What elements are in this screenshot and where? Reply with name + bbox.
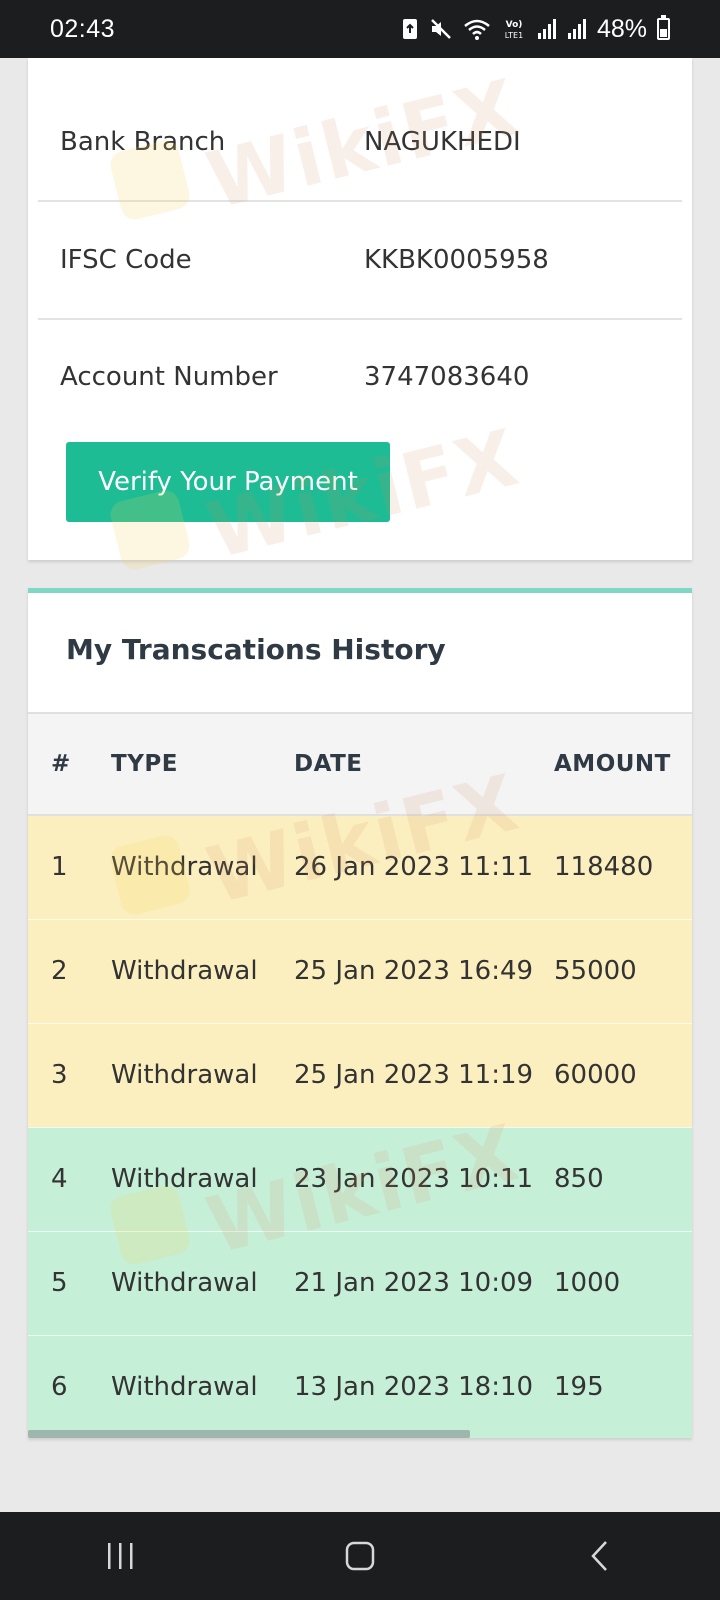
cell-amount: 850	[554, 1126, 692, 1231]
cell-number: 2	[28, 918, 111, 1023]
cell-number: 1	[28, 814, 111, 919]
cell-type: Withdrawal	[111, 918, 294, 1023]
cell-amount: 60000	[554, 1022, 692, 1127]
cell-amount: 1000	[554, 1230, 692, 1335]
cell-type: Withdrawal	[111, 1022, 294, 1127]
cell-type: Withdrawal	[111, 814, 294, 919]
back-button[interactable]	[540, 1512, 660, 1600]
verify-payment-button[interactable]: Verify Your Payment	[66, 442, 390, 522]
table-header-row: # TYPE DATE AMOUNT	[28, 712, 692, 816]
detail-value: KKBK0005958	[364, 245, 549, 275]
detail-label: Account Number	[60, 362, 278, 392]
cell-number: 3	[28, 1022, 111, 1127]
cell-type: Withdrawal	[111, 1334, 294, 1438]
transactions-title: My Transcations History	[66, 633, 446, 666]
detail-value: NAGUKHEDI	[364, 127, 521, 157]
detail-value: 3747083640	[364, 362, 530, 392]
wifi-icon	[463, 17, 491, 41]
table-row: 4 Withdrawal 23 Jan 2023 10:11 850	[28, 1126, 692, 1231]
table-row: 1 Withdrawal 26 Jan 2023 11:11 118480	[28, 814, 692, 919]
cell-date: 25 Jan 2023 11:19	[294, 1022, 554, 1127]
cell-date: 23 Jan 2023 10:11	[294, 1126, 554, 1231]
status-bar: 02:43 Vo) LTE1 48%	[0, 0, 720, 58]
detail-label: IFSC Code	[60, 245, 192, 275]
cell-number: 6	[28, 1334, 111, 1438]
column-header-number[interactable]: #	[28, 712, 111, 816]
table-row: 5 Withdrawal 21 Jan 2023 10:09 1000	[28, 1230, 692, 1335]
cell-type: Withdrawal	[111, 1230, 294, 1335]
cell-amount: 55000	[554, 918, 692, 1023]
signal-icon-2	[567, 18, 587, 40]
back-icon	[591, 1541, 607, 1571]
svg-text:Vo): Vo)	[506, 20, 523, 30]
recent-apps-button[interactable]	[60, 1512, 180, 1600]
table-row: 6 Withdrawal 13 Jan 2023 18:10 195	[28, 1334, 692, 1438]
column-header-date[interactable]: DATE	[294, 712, 554, 816]
detail-row-ifsc-code: IFSC Code KKBK0005958	[38, 202, 682, 320]
recent-apps-icon	[108, 1543, 133, 1569]
signal-icon-1	[537, 18, 557, 40]
column-header-type[interactable]: TYPE	[111, 712, 294, 816]
table-row: 2 Withdrawal 25 Jan 2023 16:49 55000	[28, 918, 692, 1023]
volte-icon: Vo) LTE1	[501, 17, 527, 41]
detail-row-bank-branch: Bank Branch NAGUKHEDI	[38, 84, 682, 202]
mute-icon	[429, 17, 453, 41]
svg-text:LTE1: LTE1	[505, 31, 523, 40]
cell-number: 4	[28, 1126, 111, 1231]
cell-amount: 195	[554, 1334, 692, 1438]
home-icon	[345, 1541, 375, 1571]
scrollbar-thumb[interactable]	[28, 1430, 470, 1438]
cell-amount: 118480	[554, 814, 692, 919]
battery-icon	[657, 15, 670, 40]
horizontal-scrollbar[interactable]	[28, 1430, 692, 1438]
battery-percent: 48%	[596, 14, 647, 43]
detail-row-account-number: Account Number 3747083640	[38, 318, 682, 436]
recycle-icon	[401, 17, 419, 41]
system-nav-bar	[0, 1512, 720, 1600]
detail-label: Bank Branch	[60, 127, 226, 157]
status-icons: Vo) LTE1 48%	[401, 15, 670, 44]
cell-date: 13 Jan 2023 18:10	[294, 1334, 554, 1438]
cell-date: 25 Jan 2023 16:49	[294, 918, 554, 1023]
transactions-card: My Transcations History # TYPE DATE AMOU…	[28, 588, 692, 1438]
cell-type: Withdrawal	[111, 1126, 294, 1231]
cell-number: 5	[28, 1230, 111, 1335]
column-header-amount[interactable]: AMOUNT	[554, 712, 692, 816]
cell-date: 21 Jan 2023 10:09	[294, 1230, 554, 1335]
status-time: 02:43	[50, 14, 116, 43]
cell-date: 26 Jan 2023 11:11	[294, 814, 554, 919]
table-row: 3 Withdrawal 25 Jan 2023 11:19 60000	[28, 1022, 692, 1127]
home-button[interactable]	[300, 1512, 420, 1600]
bank-details-card: Bank Branch NAGUKHEDI IFSC Code KKBK0005…	[28, 58, 692, 560]
transactions-table: # TYPE DATE AMOUNT 1 Withdrawal 26 Jan 2…	[28, 712, 692, 1438]
